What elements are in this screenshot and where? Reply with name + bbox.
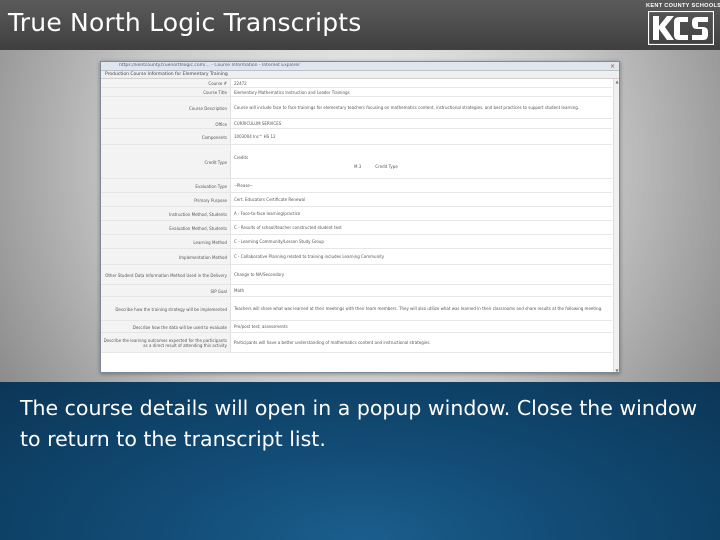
row-value: C - Collaborative Planning related to tr… [234, 254, 385, 259]
row-label: Describe how the data will be used to ev… [101, 321, 231, 332]
kcs-logo-icon [648, 11, 714, 45]
row-label: Evaluation Method, Students [101, 221, 231, 234]
row-value: --Please-- [234, 183, 253, 188]
scroll-up-arrow-icon[interactable]: ▲ [614, 79, 619, 84]
popup-address-bar[interactable]: https://kentcounty.truenorthlogic.com/..… [101, 62, 619, 71]
slide-caption: The course details will open in a popup … [20, 396, 698, 451]
table-row: SIP Goal Math [101, 285, 612, 297]
row-value: Teachers will share what was learned at … [234, 306, 603, 311]
row-label: Implementation Method [101, 249, 231, 264]
table-row: Office CURRICULUM SERVICES [101, 119, 612, 129]
course-details-table: Course # 22472 Course Title Elementary M… [101, 79, 612, 353]
row-value: C - Learning Community/Lesson Study Grou… [234, 239, 324, 244]
row-label: Primary Purpose [101, 193, 231, 206]
row-label: Course Description [101, 97, 231, 118]
table-row: Components 1003004 Inc^ HS 12 [101, 129, 612, 145]
row-value: Course will include face to face trainin… [234, 105, 580, 110]
credit-type-subrow: M.3 Credit Type [234, 164, 398, 169]
course-details-popup-window[interactable]: https://kentcounty.truenorthlogic.com/..… [100, 61, 620, 373]
logo-text: KENT COUNTY SCHOOLS [646, 3, 720, 9]
row-value: Pre/post test; assessments [234, 324, 288, 329]
table-row: Course # 22472 [101, 79, 612, 88]
row-value: A - Face-to-face learning/practice [234, 211, 301, 216]
popup-header-text: Production Course Information for Elemen… [105, 72, 228, 77]
row-value: Change to NA/Secondary [234, 272, 285, 277]
row-label: Course Title [101, 88, 231, 96]
table-row: Course Title Elementary Mathematics Inst… [101, 88, 612, 97]
row-label: Instruction Method, Students [101, 207, 231, 220]
slide-title-bar: True North Logic Transcripts KENT COUNTY… [0, 0, 720, 50]
table-row: Describe how the training strategy will … [101, 297, 612, 321]
credit-type-value: Credits M.3 Credit Type [231, 145, 612, 178]
table-row: Learning Method C - Learning Community/L… [101, 235, 612, 249]
table-row: Describe the learning outcomes expected … [101, 333, 612, 353]
credit-type-name: Credit Type [375, 163, 398, 169]
row-label: Components [101, 129, 231, 144]
table-row: Credit Type Credits M.3 Credit Type [101, 145, 612, 179]
row-value: 1003004 Inc^ HS 12 [234, 134, 276, 139]
table-row: Primary Purpose Cert. Educators Certific… [101, 193, 612, 207]
row-label: Other Student Data Information Method Us… [101, 265, 231, 284]
kent-county-schools-logo: KENT COUNTY SCHOOLS [646, 3, 720, 45]
row-value: CURRICULUM SERVICES [234, 121, 282, 126]
row-label: Describe how the training strategy will … [101, 297, 231, 320]
row-label: Evaluation Type [101, 179, 231, 192]
row-value: C - Results of school/teacher constructe… [234, 225, 342, 230]
popup-close-icon[interactable]: × [610, 62, 615, 71]
row-value: Participants will have a better understa… [234, 340, 431, 345]
row-value: Cert. Educators Certificate Renewal [234, 197, 306, 202]
row-label: SIP Goal [101, 285, 231, 296]
row-value: Elementary Mathematics Instruction and L… [234, 89, 350, 95]
row-label: Office [101, 119, 231, 128]
table-row: Describe how the data will be used to ev… [101, 321, 612, 333]
row-value: 22472 [234, 80, 247, 86]
slide-title: True North Logic Transcripts [8, 8, 362, 37]
table-row: Instruction Method, Students A - Face-to… [101, 207, 612, 221]
table-row: Implementation Method C - Collaborative … [101, 249, 612, 265]
popup-address-text: https://kentcounty.truenorthlogic.com/..… [119, 63, 301, 68]
row-label: Course # [101, 79, 231, 87]
scroll-down-arrow-icon[interactable]: ▼ [614, 368, 619, 372]
row-label: Learning Method [101, 235, 231, 248]
table-row: Evaluation Method, Students C - Results … [101, 221, 612, 235]
table-row: Other Student Data Information Method Us… [101, 265, 612, 285]
credit-amount: M.3 [354, 163, 362, 169]
credits-label: Credits [234, 154, 249, 160]
popup-scrollbar[interactable]: ▲ ▼ [613, 79, 619, 372]
table-row: Course Description Course will include f… [101, 97, 612, 119]
row-label: Credit Type [101, 145, 231, 178]
row-value: Math [234, 288, 245, 293]
row-label: Describe the learning outcomes expected … [101, 333, 231, 352]
table-row: Evaluation Type --Please-- [101, 179, 612, 193]
popup-page-header: Production Course Information for Elemen… [101, 71, 619, 79]
